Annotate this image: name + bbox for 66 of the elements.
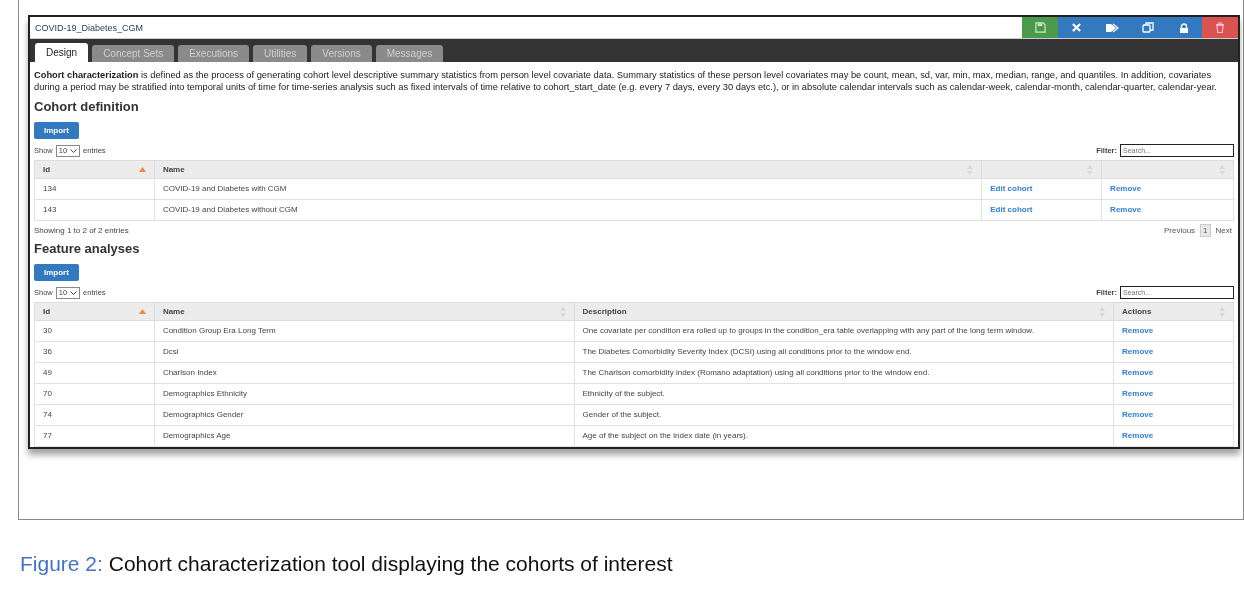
table-cell: Demographics Ethnicity xyxy=(154,383,575,405)
table-cell: Gender of the subject. xyxy=(574,404,1114,426)
column-header[interactable]: Name xyxy=(154,302,575,321)
table-cell: 77 xyxy=(34,425,155,447)
tab[interactable]: Utilities xyxy=(253,45,308,62)
column-header[interactable]: Id xyxy=(34,302,155,321)
toolbar-button[interactable] xyxy=(1166,17,1202,38)
table-cell: Dcsi xyxy=(154,341,575,363)
toolbar-button[interactable] xyxy=(1058,17,1094,38)
action-link[interactable]: Remove xyxy=(1122,368,1154,377)
tab[interactable]: Versions xyxy=(311,45,372,62)
table-cell: 74 xyxy=(34,404,155,426)
table-cell: COVID-19 and Diabetes with CGM xyxy=(154,178,982,200)
table-cell: Condition Group Era Long Term xyxy=(154,320,575,342)
table-cell: 70 xyxy=(34,383,155,405)
action-link[interactable]: Remove xyxy=(1110,205,1142,214)
section-heading: Feature analyses xyxy=(34,241,141,256)
table-cell: 143 xyxy=(34,199,155,221)
close-icon xyxy=(1071,23,1081,32)
table-cell: 134 xyxy=(34,178,155,200)
window-title: COVID-19_Diabetes_CGM xyxy=(34,22,145,33)
trash-icon xyxy=(1215,22,1225,33)
import-button[interactable]: Import xyxy=(34,264,79,281)
pagination-button[interactable]: Next xyxy=(1213,225,1234,236)
tags-icon xyxy=(1105,22,1119,33)
action-link[interactable]: Remove xyxy=(1122,431,1154,440)
column-header[interactable]: Actions xyxy=(1113,302,1234,321)
table-cell: One covariate per condition era rolled up to groups in the condition_era table overlapping with any part of the long term window. xyxy=(574,320,1114,342)
action-link[interactable]: Edit cohort xyxy=(990,205,1033,214)
table-cell: Age of the subject on the index date (in years). xyxy=(574,425,1114,447)
figure-caption: Figure 2: Cohort characterization tool displaying the cohorts of interest xyxy=(20,552,674,576)
tab[interactable]: Concept Sets xyxy=(92,45,175,62)
pagination-button[interactable]: 1 xyxy=(1200,224,1211,237)
table-cell: Ethnicity of the subject. xyxy=(574,383,1114,405)
action-link[interactable]: Remove xyxy=(1122,347,1154,356)
tab[interactable]: Messages xyxy=(375,45,444,62)
table-cell: 30 xyxy=(34,320,155,342)
column-header[interactable]: Name xyxy=(154,160,982,179)
table-cell: The Diabetes Comorbidity Severity Index (DCSI) using all conditions prior to the window end. xyxy=(574,341,1114,363)
table-cell: Demographics Age xyxy=(154,425,575,447)
section-heading: Cohort definition xyxy=(34,99,140,114)
copy-icon xyxy=(1142,22,1154,33)
action-link[interactable]: Remove xyxy=(1110,184,1142,193)
lock-icon xyxy=(1179,22,1189,33)
table-cell: 36 xyxy=(34,341,155,363)
action-link[interactable]: Remove xyxy=(1122,410,1154,419)
table-cell: The Charlson comorbidity index (Romano adaptation) using all conditions prior to the window end. xyxy=(574,362,1114,384)
entries-info: Showing 1 to 2 of 2 entries xyxy=(34,226,129,235)
action-link[interactable]: Remove xyxy=(1122,326,1154,335)
toolbar-button[interactable] xyxy=(1022,17,1058,38)
action-link[interactable]: Remove xyxy=(1122,389,1154,398)
pagination-button[interactable]: Previous xyxy=(1161,225,1198,236)
import-button[interactable]: Import xyxy=(34,122,79,139)
column-header[interactable]: Description xyxy=(574,302,1114,321)
action-link[interactable]: Edit cohort xyxy=(990,184,1033,193)
caret-icon xyxy=(70,148,78,153)
caret-icon xyxy=(70,290,78,295)
table-cell: Charlson Index xyxy=(154,362,575,384)
intro-paragraph: Cohort characterization is defined as the process of generating cohort level descriptive summary statistics from person level covariate data. Summary statistics of these person level covariates may be count, mean, sd, var, min, max, median, range, and quantiles. In addition, covariates during a period may be stratified into temporal units of time for time-series analysis such as fixed intervals of time relative to cohort_start_date (e.g. every 7 days, every 30 days etc.), or in absolute calendar intervals such as calendar-week, calendar-month, calendar-quarter, calendar-year. xyxy=(34,70,1218,93)
column-header[interactable]: Id xyxy=(34,160,155,179)
toolbar-button[interactable] xyxy=(1202,17,1238,38)
tab[interactable]: Design xyxy=(35,43,89,62)
table-cell: Demographics Gender xyxy=(154,404,575,426)
tab[interactable]: Executions xyxy=(178,45,250,62)
table-cell: 49 xyxy=(34,362,155,384)
table-cell: COVID-19 and Diabetes without CGM xyxy=(154,199,982,221)
